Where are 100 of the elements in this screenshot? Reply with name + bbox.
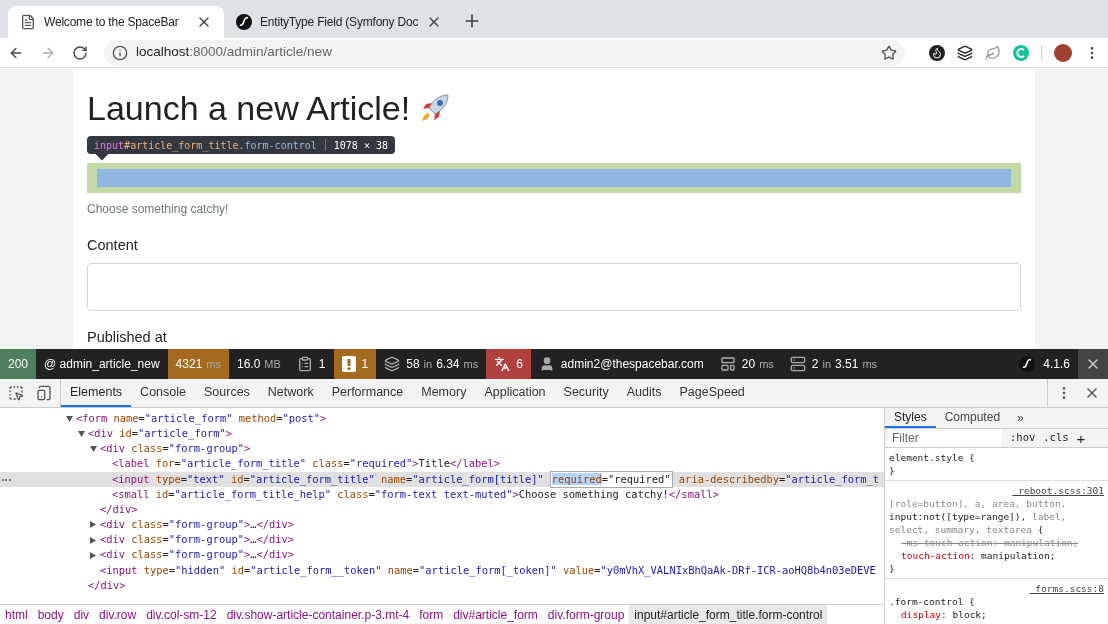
cls-button[interactable]: .cls bbox=[1043, 430, 1069, 446]
breadcrumb-item[interactable]: body bbox=[32, 605, 69, 624]
closing-brace: } bbox=[889, 563, 895, 574]
profiler-value: admin2@thespacebar.com bbox=[560, 356, 704, 373]
flame-extension-icon[interactable] bbox=[929, 44, 945, 61]
breadcrumb-item[interactable]: div#article_form bbox=[448, 605, 543, 624]
code-text: <input type="text" id="article_form_title" name="article_form[title]" bbox=[112, 471, 544, 488]
devtools-tab[interactable]: Memory bbox=[412, 379, 476, 407]
dom-row[interactable]: <div class="form-group">…</div> bbox=[0, 517, 884, 533]
profiler-item[interactable]: 1 bbox=[333, 349, 377, 379]
code-text: </div> bbox=[100, 501, 138, 517]
clipboard-icon bbox=[296, 356, 313, 372]
closing-brace: } bbox=[889, 465, 895, 476]
database-icon bbox=[789, 356, 806, 372]
leaf-extension-icon[interactable] bbox=[985, 44, 1001, 61]
dom-row[interactable]: <div class="form-group"> bbox=[0, 441, 884, 457]
devtools-tab[interactable]: Console bbox=[131, 379, 195, 407]
expanded-triangle-icon[interactable] bbox=[78, 430, 85, 437]
profiler-value: 200 bbox=[8, 356, 29, 373]
profiler-value: 16.0 MB bbox=[237, 356, 281, 373]
devtools-tab[interactable]: Application bbox=[475, 379, 555, 407]
more-tabs-button[interactable]: » bbox=[1009, 408, 1032, 428]
browser-tab[interactable]: Welcome to the SpaceBar bbox=[8, 6, 224, 38]
device-icon[interactable] bbox=[36, 385, 52, 401]
css-selector: element.style { bbox=[889, 451, 976, 464]
ellipsis-icon bbox=[2, 478, 11, 481]
css-declaration[interactable]: display: block; bbox=[889, 608, 1104, 621]
collapsed-triangle-icon[interactable] bbox=[90, 551, 96, 559]
add-rule-button[interactable]: + bbox=[1076, 430, 1086, 446]
attribute-edit-field[interactable]: required="required" bbox=[549, 470, 673, 489]
code-text: </div> bbox=[88, 577, 126, 593]
devtools-tab[interactable]: Sources bbox=[195, 379, 259, 407]
expanded-triangle-icon[interactable] bbox=[66, 415, 73, 422]
collapsed-triangle-icon[interactable] bbox=[90, 521, 96, 529]
address-bar[interactable]: localhost:8000/admin/article/new bbox=[104, 39, 905, 66]
dom-row[interactable]: <small id="article_form_title_help" class="form-text text-muted">Choose something catchy!</small> bbox=[0, 486, 884, 503]
profiler-value: 20 ms bbox=[741, 356, 774, 373]
profiler-item[interactable]: 6 bbox=[486, 349, 531, 379]
devtools-tab[interactable]: PageSpeed bbox=[670, 379, 754, 407]
code-text: <div class="form-group"> bbox=[100, 441, 251, 457]
breadcrumb-item[interactable]: form bbox=[414, 605, 449, 624]
breadcrumb-item[interactable]: div.form-group bbox=[542, 605, 630, 624]
profiler-value: 6 bbox=[516, 356, 523, 373]
breadcrumb-item[interactable]: div.show-article-container.p-3.mt-4 bbox=[221, 605, 415, 624]
dom-row[interactable]: <div class="form-group">…</div> bbox=[0, 547, 884, 563]
css-selector: [role=button], a, area, button, input:not([type=range]), label, select, summary, textarea { bbox=[889, 497, 1068, 536]
breadcrumb-item[interactable]: div.row bbox=[94, 605, 142, 624]
star-icon[interactable] bbox=[881, 44, 897, 61]
profiler-item[interactable]: 4321 ms bbox=[167, 349, 229, 379]
breadcrumb-item[interactable]: html bbox=[0, 605, 33, 624]
devtools-tab[interactable]: Audits bbox=[617, 379, 671, 407]
source-link[interactable]: _reboot.scss:301 bbox=[1012, 484, 1104, 497]
breadcrumb-item[interactable]: div.col-sm-12 bbox=[141, 605, 222, 624]
selected-dom-row[interactable]: <input type="text" id="article_form_title" name="article_form[title]" required="required" aria-describedby="article_form_t bbox=[0, 471, 884, 487]
css-selector: .form-control { bbox=[889, 595, 976, 608]
dom-row[interactable]: <label for="article_form_title" class="required">Title</label> bbox=[0, 456, 884, 472]
hov-button[interactable]: :hov bbox=[1010, 430, 1036, 446]
avatar-icon[interactable] bbox=[1054, 43, 1072, 62]
css-declaration[interactable]: -ms-touch-action: manipulation; bbox=[889, 536, 1104, 549]
layers-extension-icon[interactable] bbox=[957, 44, 973, 61]
help-text: Choose something catchy! bbox=[87, 200, 229, 218]
breadcrumb-item[interactable]: input#article_form_title.form-control bbox=[629, 605, 828, 624]
devtools-tab[interactable]: Security bbox=[554, 379, 618, 407]
collapsed-triangle-icon[interactable] bbox=[90, 536, 96, 544]
highlighted-input-field[interactable] bbox=[87, 162, 1021, 193]
code-text: <div class="form-group">…</div> bbox=[100, 517, 294, 533]
profiler-value: 1 bbox=[361, 356, 369, 373]
source-link[interactable]: _forms.scss:8 bbox=[1029, 582, 1104, 595]
tab-title: EntityType Field (Symfony Doc bbox=[260, 14, 419, 31]
dom-row[interactable]: <div id="article_form"> bbox=[0, 426, 884, 442]
code-text: <label for="article_form_title" class="required">Title</label> bbox=[112, 456, 500, 472]
tooltip-pointer-icon bbox=[95, 154, 109, 161]
dom-row[interactable]: <div class="form-group">…</div> bbox=[0, 532, 884, 548]
symfony-logo-icon bbox=[1019, 356, 1036, 372]
css-declaration[interactable]: touch-action: manipulation; bbox=[889, 549, 1104, 562]
breadcrumb-item[interactable]: div bbox=[68, 605, 95, 624]
symfony-logo-icon bbox=[236, 14, 252, 30]
page-icon bbox=[20, 14, 36, 30]
layers-icon bbox=[384, 356, 401, 372]
code-text: <div class="form-group">…</div> bbox=[100, 532, 294, 548]
devtools-tab[interactable]: Performance bbox=[322, 379, 413, 407]
symfony-version: 4.1.6 bbox=[1043, 356, 1070, 373]
styles-tab[interactable]: Computed bbox=[935, 408, 1010, 428]
filter-field[interactable]: Filter bbox=[888, 429, 1002, 447]
code-text: <div id="article_form"> bbox=[88, 426, 232, 442]
content-label: Content bbox=[87, 235, 138, 255]
expanded-triangle-icon[interactable] bbox=[90, 445, 97, 452]
profiler-value: 2 in 3.51 ms bbox=[811, 356, 878, 373]
url-text: localhost:8000/admin/article/new bbox=[136, 43, 333, 62]
code-text: aria-describedby="article_form_t bbox=[677, 471, 880, 488]
profiler-item[interactable]: 200 bbox=[0, 349, 37, 379]
reload-icon[interactable] bbox=[72, 44, 88, 61]
dom-row[interactable]: <form name="article_form" method="post"> bbox=[0, 411, 884, 427]
browser-tab[interactable]: EntityType Field (Symfony Doc bbox=[224, 6, 455, 38]
tab-title: Welcome to the SpaceBar bbox=[44, 14, 180, 31]
devtools-tab[interactable]: Network bbox=[258, 379, 323, 407]
inspect-icon[interactable] bbox=[8, 385, 24, 401]
devtools-tab[interactable]: Elements bbox=[61, 379, 132, 407]
profiler-value: 1 bbox=[318, 356, 326, 373]
close-button[interactable] bbox=[1078, 349, 1108, 379]
